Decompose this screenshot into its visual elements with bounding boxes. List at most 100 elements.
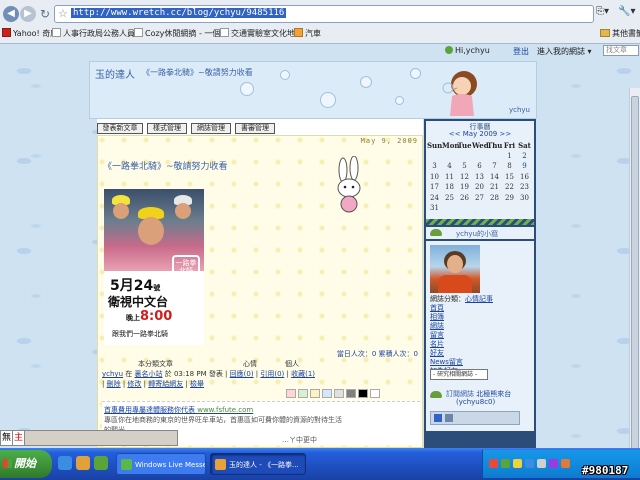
color-swatch[interactable]: [346, 389, 356, 398]
status-link[interactable]: 心情記事: [465, 295, 493, 303]
bookmark-car[interactable]: 汽車: [294, 28, 321, 39]
post-date: May 9, 2009: [360, 137, 418, 145]
color-swatch[interactable]: [370, 389, 380, 398]
color-swatch[interactable]: [322, 389, 332, 398]
bookmark-label: 交通實驗室文化地圖: [231, 29, 303, 38]
color-swatch[interactable]: [298, 389, 308, 398]
calendar-prev-button[interactable]: <<: [449, 130, 461, 138]
desktop-icon[interactable]: [94, 456, 108, 470]
subscribe-link[interactable]: 北極熊來台: [476, 390, 511, 398]
bookmark-personnel[interactable]: 人事行政局公務人員: [52, 28, 135, 39]
address-text[interactable]: http://www.wretch.cc/blog/ychyu/9485116: [71, 8, 287, 18]
trackback-link[interactable]: 引用(0): [260, 370, 284, 378]
style-manage-button[interactable]: 樣式管理: [147, 123, 187, 134]
new-post-button[interactable]: 發表新文章: [97, 123, 143, 134]
calendar-next-button[interactable]: >>: [499, 130, 511, 138]
ie-icon[interactable]: [58, 456, 72, 470]
color-swatch[interactable]: [358, 389, 368, 398]
color-swatch[interactable]: [334, 389, 344, 398]
ime-mode-button[interactable]: 無: [1, 431, 13, 445]
tray-icon[interactable]: [513, 459, 522, 468]
scroll-thumb[interactable]: [631, 96, 639, 448]
blog-manage-button[interactable]: 網誌管理: [191, 123, 231, 134]
report-link[interactable]: 檢舉: [190, 380, 204, 388]
back-button[interactable]: ◀: [3, 6, 19, 22]
stop-icon[interactable]: [445, 414, 453, 422]
forward-button[interactable]: ▶: [20, 6, 36, 22]
calendar-weekday: Thu: [487, 141, 503, 150]
profile-link-news[interactable]: News留言: [430, 358, 534, 367]
review-manage-button[interactable]: 書審管理: [235, 123, 275, 134]
car-icon: [294, 28, 303, 37]
subscribe-handle[interactable]: (ychyu8c0): [456, 398, 495, 406]
bubble-decoration: [280, 70, 290, 80]
profile-link-friends[interactable]: 好友: [430, 349, 534, 358]
related-blogs-select[interactable]: - 研究相關網誌 -: [430, 369, 488, 380]
calendar: 行事曆 << May 2009 >> Sun Mon Tue Wed Thu Fri Sat…: [426, 121, 534, 219]
page-scrollbar[interactable]: [629, 88, 640, 448]
calendar-day: 18: [445, 183, 454, 191]
my-blog-menu[interactable]: 進入我的網誌 ▾: [537, 46, 592, 57]
forward-link[interactable]: 轉寄給網友: [148, 380, 183, 388]
bookmark-cozy[interactable]: Cozy休閒網摘 - 一個: [134, 28, 220, 39]
blog-title[interactable]: 玉的達人: [95, 66, 135, 81]
page-menu-button[interactable]: ⎘▾: [596, 6, 609, 17]
calendar-week-row: 12: [427, 152, 533, 163]
tray-icon[interactable]: [489, 459, 498, 468]
profile-links: 網誌分類：心情記事 首頁 相簿 網誌 留言 名片 好友 News留言 加為好友: [430, 295, 534, 376]
author-link[interactable]: ychyu: [102, 370, 123, 378]
bookmark-yahoo[interactable]: Yahoo! 奇摩: [2, 28, 58, 39]
air-time: 晚上8:00: [126, 309, 172, 324]
star-icon[interactable]: ☆: [58, 7, 68, 20]
air-date-suffix: 號: [153, 284, 161, 292]
favorite-link[interactable]: 收藏(1): [291, 370, 315, 378]
play-icon[interactable]: [434, 414, 442, 422]
color-swatch[interactable]: [310, 389, 320, 398]
calendar-grid: Sun Mon Tue Wed Thu Fri Sat 1 2 3 4 5 6 7 8 9 10 11 12 13 14…: [427, 141, 533, 215]
calendar-day[interactable]: 9: [517, 162, 532, 170]
firefox-icon[interactable]: [76, 456, 90, 470]
status-label: 網誌分類：: [430, 295, 465, 303]
post-title[interactable]: 《一路拳北騎》~敬請努力收看: [103, 159, 228, 172]
ad-title-link[interactable]: 首惠費用專屬達體服務你代表 www.fsfute.com: [104, 405, 253, 415]
tray-icon[interactable]: [549, 459, 558, 468]
face-shape: [447, 255, 463, 273]
edit-link[interactable]: 修改: [127, 380, 141, 388]
tray-icon[interactable]: [525, 459, 534, 468]
tray-icon[interactable]: [501, 459, 510, 468]
page-icon: [220, 28, 229, 37]
ime-lang-button[interactable]: 主: [13, 431, 25, 445]
task-browser[interactable]: 玉的達人 - 《一路拳...: [210, 453, 306, 475]
other-bookmarks[interactable]: 其他書籤: [600, 28, 640, 39]
comments-link[interactable]: 回應(0): [230, 370, 254, 378]
calendar-day: 13: [475, 172, 484, 181]
ime-toolbar[interactable]: 無 主: [0, 430, 178, 446]
bookmark-culture-map[interactable]: 交通實驗室文化地圖: [220, 28, 303, 39]
profile-link-blog[interactable]: 網誌: [430, 322, 534, 331]
media-player[interactable]: [430, 411, 520, 425]
address-bar[interactable]: ☆ http://www.wretch.cc/blog/ychyu/948511…: [54, 5, 594, 23]
delete-link[interactable]: 刪除: [107, 380, 121, 388]
post-category-line: 本分類文章 心情 個人: [138, 360, 299, 368]
reload-button[interactable]: ↻: [37, 6, 53, 22]
tray-icon[interactable]: [561, 459, 570, 468]
task-messenger[interactable]: Windows Live Messen...: [116, 453, 206, 475]
profile-link-home[interactable]: 首頁: [430, 304, 534, 313]
profile-status-row: 網誌分類：心情記事: [430, 295, 534, 304]
start-button[interactable]: 開始: [0, 450, 52, 478]
profile-header: ychyu的小窩: [426, 227, 534, 239]
promo-image[interactable]: 一路拳北騎 5月24號 衛視中文台 晚上8:00 跟我們一路拳北騎: [104, 189, 204, 345]
profile-link-guestbook[interactable]: 留言: [430, 331, 534, 340]
profile-avatar[interactable]: [430, 245, 480, 293]
calendar-weekday: Sat: [518, 141, 531, 150]
bookmarks-bar: Yahoo! 奇摩 人事行政局公務人員 Cozy休閒網摘 - 一個 交通實驗室文…: [0, 25, 640, 42]
category-link[interactable]: 裏名小站: [134, 370, 162, 378]
tools-menu-button[interactable]: 🔧▾: [618, 6, 635, 17]
volume-icon[interactable]: [537, 459, 546, 468]
signout-link[interactable]: 登出: [513, 46, 529, 57]
search-input[interactable]: 找文章: [603, 45, 639, 56]
profile-link-card[interactable]: 名片: [430, 340, 534, 349]
color-swatch[interactable]: [286, 389, 296, 398]
profile-title: ychyu的小窩: [456, 230, 499, 238]
profile-link-album[interactable]: 相簿: [430, 313, 534, 322]
